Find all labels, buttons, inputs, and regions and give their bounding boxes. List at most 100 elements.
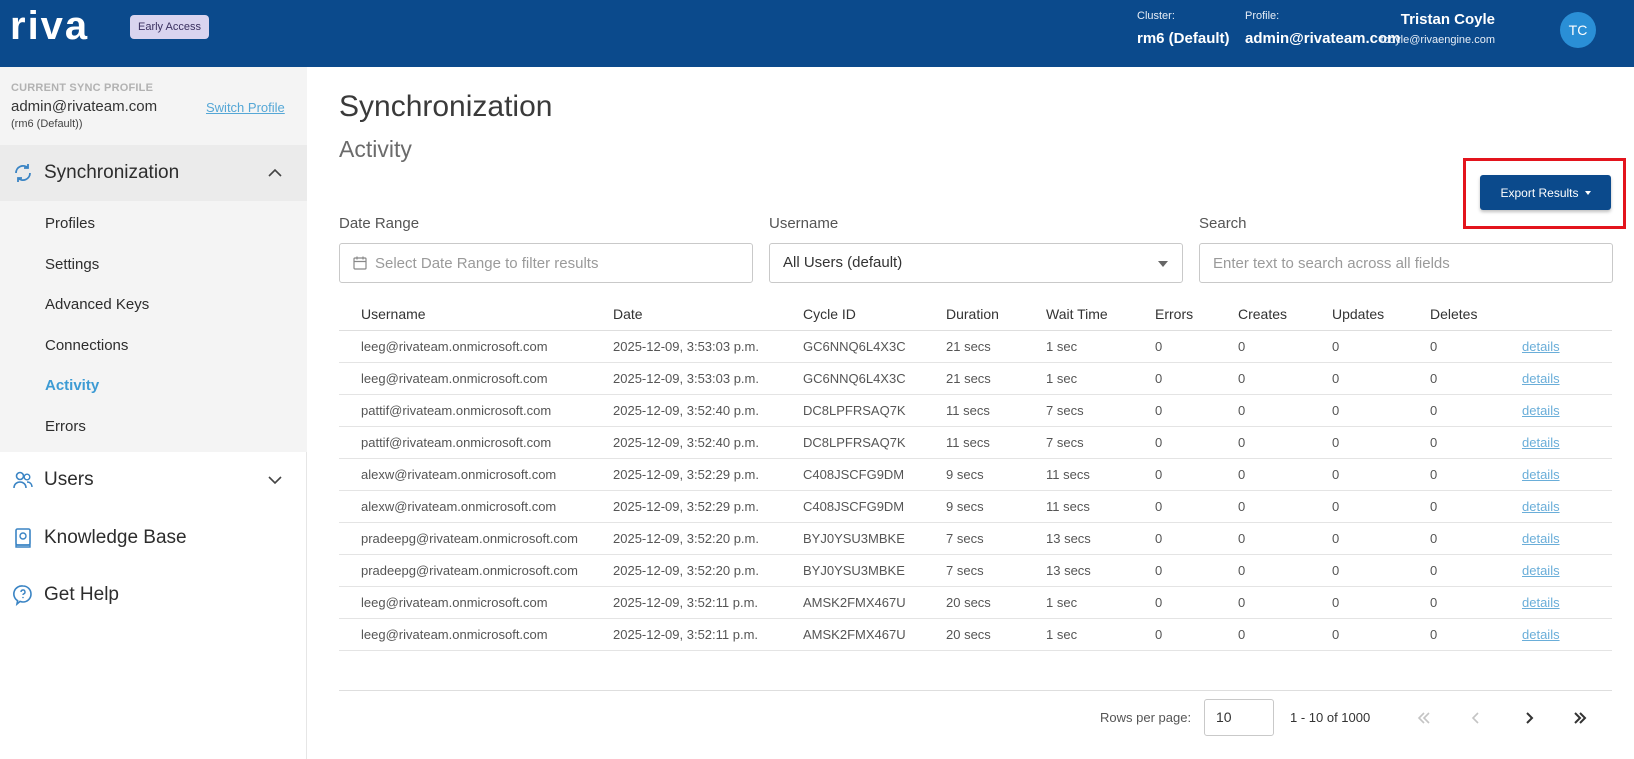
details-link[interactable]: details (1522, 339, 1560, 354)
svg-text:riva: riva (10, 10, 89, 44)
cell-deletes: 0 (1430, 554, 1522, 587)
search-field[interactable] (1199, 243, 1613, 283)
nav-knowledge-base-label: Knowledge Base (44, 527, 187, 548)
cell-wait-time: 7 secs (1046, 426, 1155, 459)
cell-updates: 0 (1332, 618, 1430, 651)
cell-updates: 0 (1332, 362, 1430, 395)
details-link[interactable]: details (1522, 595, 1560, 610)
cell-errors: 0 (1155, 554, 1238, 587)
table-divider (339, 690, 1612, 691)
previous-page-icon[interactable] (1464, 706, 1488, 730)
cell-duration: 7 secs (946, 522, 1046, 555)
username-select-value: All Users (default) (783, 254, 903, 271)
nav-users[interactable]: Users (0, 452, 307, 508)
column-header[interactable]: Username (339, 298, 613, 331)
details-link[interactable]: details (1522, 627, 1560, 642)
table-row: alexw@rivateam.onmicrosoft.com 2025-12-09… (339, 490, 1612, 523)
export-results-label: Export Results (1500, 185, 1579, 200)
nav-synchronization[interactable]: Synchronization (0, 145, 307, 201)
nav-item-profiles[interactable]: Profiles (45, 215, 95, 232)
column-header[interactable]: Date (613, 298, 803, 331)
cell-creates: 0 (1238, 490, 1332, 523)
cell-wait-time: 11 secs (1046, 490, 1155, 523)
dropdown-arrow-icon (1158, 261, 1168, 267)
cell-deletes: 0 (1430, 426, 1522, 459)
cell-duration: 21 secs (946, 362, 1046, 395)
cell-duration: 7 secs (946, 554, 1046, 587)
next-page-icon[interactable] (1517, 706, 1541, 730)
cell-cycle-id: BYJ0YSU3MBKE (803, 554, 946, 587)
cell-deletes: 0 (1430, 522, 1522, 555)
nav-item-settings[interactable]: Settings (45, 256, 99, 273)
details-link[interactable]: details (1522, 467, 1560, 482)
avatar[interactable]: TC (1560, 12, 1596, 48)
export-results-button[interactable]: Export Results (1480, 175, 1611, 210)
cell-date: 2025-12-09, 3:52:29 p.m. (613, 490, 803, 523)
table-header-row: Username Date Cycle ID Duration Wait Tim… (339, 298, 1612, 331)
book-icon (15, 528, 31, 548)
details-link[interactable]: details (1522, 371, 1560, 386)
riva-logo[interactable]: riva (10, 10, 114, 44)
cell-creates: 0 (1238, 458, 1332, 491)
column-header[interactable]: Cycle ID (803, 298, 946, 331)
nav-get-help-label: Get Help (44, 584, 119, 605)
nav-get-help[interactable]: Get Help (0, 567, 307, 623)
calendar-icon (353, 256, 367, 270)
date-range-field[interactable] (339, 243, 753, 283)
search-input[interactable] (1213, 244, 1603, 282)
chevron-down-icon[interactable] (266, 471, 284, 489)
cell-updates: 0 (1332, 394, 1430, 427)
cell-creates: 0 (1238, 586, 1332, 619)
cell-creates: 0 (1238, 618, 1332, 651)
first-page-icon[interactable] (1411, 706, 1435, 730)
cell-errors: 0 (1155, 330, 1238, 363)
users-icon (13, 471, 33, 489)
chevron-up-icon[interactable] (266, 164, 284, 182)
column-header[interactable]: Creates (1238, 298, 1332, 331)
details-link[interactable]: details (1522, 403, 1560, 418)
column-header-actions (1522, 298, 1612, 331)
cell-wait-time: 1 sec (1046, 586, 1155, 619)
page-subtitle: Activity (339, 136, 412, 162)
cell-details: details (1522, 618, 1612, 651)
cell-date: 2025-12-09, 3:52:11 p.m. (613, 618, 803, 651)
column-header[interactable]: Duration (946, 298, 1046, 331)
cell-duration: 20 secs (946, 618, 1046, 651)
details-link[interactable]: details (1522, 531, 1560, 546)
column-header[interactable]: Updates (1332, 298, 1430, 331)
details-link[interactable]: details (1522, 563, 1560, 578)
nav-item-activity[interactable]: Activity (45, 377, 99, 394)
cell-errors: 0 (1155, 458, 1238, 491)
nav-item-advanced-keys[interactable]: Advanced Keys (45, 296, 149, 313)
table-row: leeg@rivateam.onmicrosoft.com 2025-12-09,… (339, 586, 1612, 619)
nav-knowledge-base[interactable]: Knowledge Base (0, 510, 307, 566)
cell-errors: 0 (1155, 362, 1238, 395)
cell-deletes: 0 (1430, 618, 1522, 651)
current-sync-profile: CURRENT SYNC PROFILE admin@rivateam.com … (0, 67, 307, 145)
date-range-input[interactable] (375, 244, 745, 282)
cell-username: alexw@rivateam.onmicrosoft.com (339, 458, 613, 491)
switch-profile-link[interactable]: Switch Profile (206, 100, 285, 115)
cell-creates: 0 (1238, 394, 1332, 427)
cell-duration: 20 secs (946, 586, 1046, 619)
date-range-label: Date Range (339, 215, 420, 232)
nav-item-errors[interactable]: Errors (45, 418, 86, 435)
cell-date: 2025-12-09, 3:52:20 p.m. (613, 554, 803, 587)
cell-creates: 0 (1238, 522, 1332, 555)
cell-deletes: 0 (1430, 458, 1522, 491)
profile-value: admin@rivateam.com (1245, 30, 1401, 47)
nav-item-connections[interactable]: Connections (45, 337, 128, 354)
user-name: Tristan Coyle (1400, 11, 1495, 28)
cell-duration: 11 secs (946, 394, 1046, 427)
details-link[interactable]: details (1522, 499, 1560, 514)
cell-date: 2025-12-09, 3:52:40 p.m. (613, 394, 803, 427)
last-page-icon[interactable] (1569, 706, 1593, 730)
cell-updates: 0 (1332, 554, 1430, 587)
column-header[interactable]: Wait Time (1046, 298, 1155, 331)
column-header[interactable]: Errors (1155, 298, 1238, 331)
cell-updates: 0 (1332, 490, 1430, 523)
column-header[interactable]: Deletes (1430, 298, 1522, 331)
username-select[interactable]: All Users (default) (769, 243, 1183, 283)
rows-per-page-input[interactable]: 10 (1204, 699, 1274, 736)
details-link[interactable]: details (1522, 435, 1560, 450)
